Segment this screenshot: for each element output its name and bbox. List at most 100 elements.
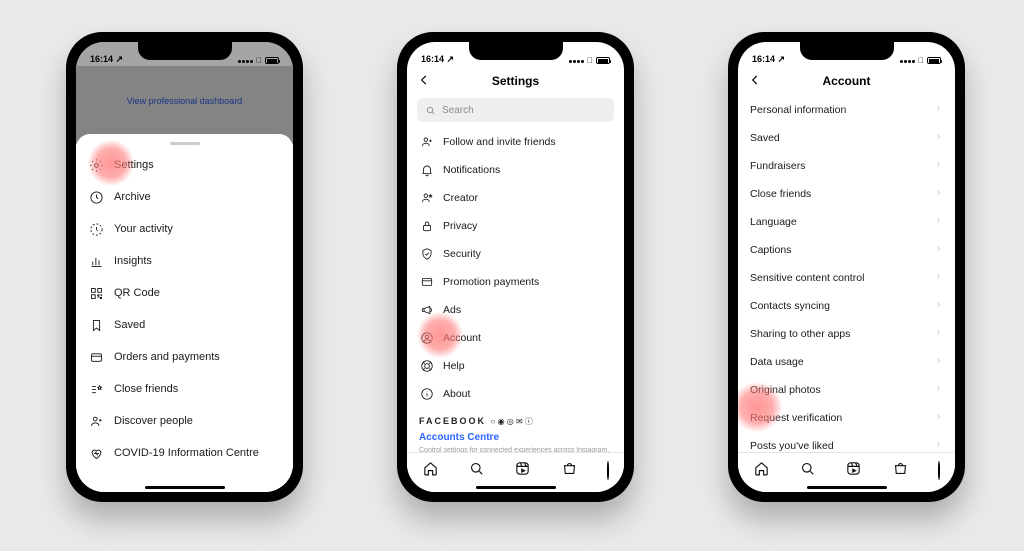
menu-item-close-friends[interactable]: Close friends (88, 373, 281, 405)
account-item-contacts-syncing[interactable]: Contacts syncing (750, 292, 943, 320)
accounts-centre-link[interactable]: Accounts Centre (419, 427, 612, 446)
tab-reels[interactable] (845, 460, 862, 482)
settings-item-security[interactable]: Security (419, 240, 612, 268)
account-item-sharing-other-apps[interactable]: Sharing to other apps (750, 320, 943, 348)
home-indicator (145, 486, 225, 490)
settings-item-follow-invite[interactable]: Follow and invite friends (419, 128, 612, 156)
account-item-captions[interactable]: Captions (750, 236, 943, 264)
megaphone-icon (419, 303, 434, 318)
header: Account (738, 66, 955, 96)
settings-item-promotion-payments[interactable]: Promotion payments (419, 268, 612, 296)
menu-item-label: Insights (114, 255, 152, 267)
settings-item-notifications[interactable]: Notifications (419, 156, 612, 184)
settings-item-label: Help (443, 360, 465, 372)
settings-item-ads[interactable]: Ads (419, 296, 612, 324)
settings-item-label: Follow and invite friends (443, 136, 556, 148)
account-item-personal-information[interactable]: Personal information (750, 96, 943, 124)
menu-item-settings[interactable]: Settings (88, 149, 281, 181)
chevron-right-icon (934, 188, 943, 200)
page-title: Account (823, 74, 871, 88)
person-circle-icon (419, 331, 434, 346)
chevron-right-icon (934, 412, 943, 424)
bell-icon (419, 163, 434, 178)
chevron-right-icon (934, 244, 943, 256)
account-item-request-verification[interactable]: Request verification (750, 404, 943, 432)
person-plus-icon (88, 413, 104, 429)
phone-menu-sheet: 16:14 ↗ 􀙇 View professional dashboard (66, 32, 303, 502)
menu-item-label: Close friends (114, 383, 178, 395)
chevron-right-icon (934, 160, 943, 172)
tab-home[interactable] (422, 460, 439, 482)
settings-item-label: Account (443, 332, 481, 344)
tab-search[interactable] (799, 460, 816, 482)
menu-item-discover[interactable]: Discover people (88, 405, 281, 437)
account-item-close-friends[interactable]: Close friends (750, 180, 943, 208)
account-item-fundraisers[interactable]: Fundraisers (750, 152, 943, 180)
status-time: 16:14 ↗ (421, 54, 454, 65)
menu-item-label: Saved (114, 319, 145, 331)
phone-account: 16:14 ↗ 􀙇 Account Personal information S… (728, 32, 965, 502)
phone-settings: 16:14 ↗ 􀙇 Settings Search Follow and inv… (397, 32, 634, 502)
status-time: 16:14 ↗ (752, 54, 785, 65)
account-list: Personal information Saved Fundraisers C… (738, 96, 955, 460)
back-button[interactable] (417, 73, 431, 90)
menu-item-insights[interactable]: Insights (88, 245, 281, 277)
facebook-brand-row: FACEBOOK ○ ◉ ◎ ✉ ⓘ (419, 416, 612, 427)
chevron-right-icon (934, 440, 943, 452)
notch (800, 42, 894, 60)
account-item-original-photos[interactable]: Original photos (750, 376, 943, 404)
settings-item-privacy[interactable]: Privacy (419, 212, 612, 240)
menu-item-label: COVID-19 Information Centre (114, 447, 259, 459)
menu-item-orders[interactable]: Orders and payments (88, 341, 281, 373)
settings-item-label: About (443, 388, 470, 400)
tab-home[interactable] (753, 460, 770, 482)
tab-reels[interactable] (514, 460, 531, 482)
tab-shop[interactable] (561, 460, 578, 482)
settings-item-creator[interactable]: Creator (419, 184, 612, 212)
settings-item-label: Promotion payments (443, 276, 539, 288)
search-icon (425, 105, 436, 116)
back-button[interactable] (748, 73, 762, 90)
menu-item-archive[interactable]: Archive (88, 181, 281, 213)
menu-item-label: Your activity (114, 223, 173, 235)
status-time: 16:14 ↗ (90, 54, 123, 65)
chevron-right-icon (934, 132, 943, 144)
account-item-language[interactable]: Language (750, 208, 943, 236)
clock-history-icon (88, 189, 104, 205)
status-indicators: 􀙇 (568, 56, 610, 65)
menu-item-covid[interactable]: COVID-19 Information Centre (88, 437, 281, 469)
activity-clock-icon (88, 221, 104, 237)
lock-icon (419, 219, 434, 234)
avatar-icon (607, 461, 609, 480)
chevron-right-icon (934, 216, 943, 228)
chevron-right-icon (934, 104, 943, 116)
search-input[interactable]: Search (417, 98, 614, 122)
settings-item-about[interactable]: About (419, 380, 612, 408)
list-star-icon (88, 381, 104, 397)
menu-item-label: Discover people (114, 415, 193, 427)
menu-item-qr-code[interactable]: QR Code (88, 277, 281, 309)
settings-item-account[interactable]: Account (419, 324, 612, 352)
person-star-icon (419, 191, 434, 206)
tab-search[interactable] (468, 460, 485, 482)
notch (469, 42, 563, 60)
settings-item-label: Security (443, 248, 481, 260)
info-icon (419, 387, 434, 402)
menu-item-saved[interactable]: Saved (88, 309, 281, 341)
chevron-right-icon (934, 356, 943, 368)
chevron-right-icon (934, 384, 943, 396)
settings-item-help[interactable]: Help (419, 352, 612, 380)
account-item-sensitive-content[interactable]: Sensitive content control (750, 264, 943, 292)
tab-shop[interactable] (892, 460, 909, 482)
account-item-data-usage[interactable]: Data usage (750, 348, 943, 376)
menu-item-your-activity[interactable]: Your activity (88, 213, 281, 245)
tab-profile[interactable] (607, 462, 609, 480)
credit-card-icon (88, 349, 104, 365)
settings-item-label: Privacy (443, 220, 477, 232)
tab-profile[interactable] (938, 462, 940, 480)
home-indicator (476, 486, 556, 490)
gear-icon (88, 157, 104, 173)
shield-icon (419, 247, 434, 262)
sheet-grabber[interactable] (170, 142, 200, 145)
account-item-saved[interactable]: Saved (750, 124, 943, 152)
